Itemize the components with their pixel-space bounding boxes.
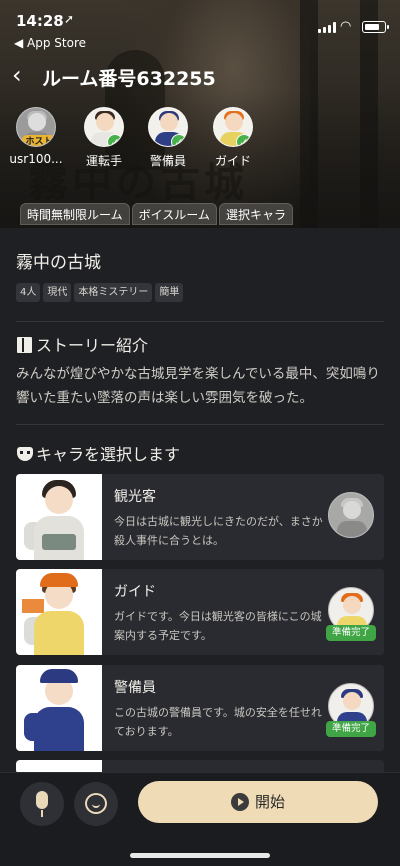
divider <box>16 424 384 425</box>
mask-icon <box>16 445 34 463</box>
character-portrait <box>16 474 102 560</box>
room-tag: 選択キャラ <box>218 203 293 225</box>
page-title: ルーム番号632255 <box>42 68 216 90</box>
status-bar: 14:28 ➚ ◀ App Store ◠ <box>0 0 400 50</box>
seat-avatar <box>328 492 374 538</box>
home-indicator[interactable] <box>130 853 270 858</box>
microphone-icon[interactable] <box>20 782 64 826</box>
info-tag: 簡単 <box>155 283 184 302</box>
story-heading: ストーリー紹介 <box>16 332 148 356</box>
host-badge: ホスト <box>21 135 55 146</box>
battery-icon <box>362 21 386 33</box>
character-select-heading: キャラを選択します <box>16 441 180 465</box>
ready-check-icon: ✓ <box>171 134 187 146</box>
character-card-tourist[interactable]: 観光客 今日は古城に観光しにきたのだが、まさか殺人事件に合うとは。 <box>16 474 384 560</box>
room-details: 霧中の古城 4人 現代 本格ミステリー 簡単 ストーリー紹介 みんなが煌びやかな古城見… <box>0 228 400 866</box>
character-description: ガイドです。今日は観光客の皆様にこの城案内する予定です。 <box>114 610 322 642</box>
character-card-guide[interactable]: ガイド ガイドです。今日は観光客の皆様にこの城案内する予定です。 準備完了 <box>16 569 384 655</box>
player-name: ガイド <box>214 154 251 168</box>
player-slot-host[interactable]: ホスト usr100... <box>8 107 64 166</box>
player-name: 警備員 <box>149 154 186 168</box>
cellular-signal-icon <box>318 22 336 33</box>
info-tag: 4人 <box>16 283 41 302</box>
back-to-app-store-link[interactable]: ◀ App Store <box>14 36 86 50</box>
avatar: ホスト <box>16 107 56 147</box>
game-info-tags: 4人 現代 本格ミステリー 簡単 <box>16 280 186 302</box>
ready-badge: 準備完了 <box>326 625 376 641</box>
character-description: この古城の警備員です。城の安全を任せれております。 <box>114 706 322 738</box>
chat-icon[interactable] <box>74 782 118 826</box>
player-list: ホスト usr100... ✓ 運転手 ✓ 警備員 ✓ ガイド <box>9 107 318 177</box>
room-tag: ボイスルーム <box>131 203 217 225</box>
location-arrow-icon: ➚ <box>64 12 75 26</box>
player-name: 運転手 <box>85 154 122 168</box>
character-name: 警備員 <box>114 680 156 696</box>
book-icon <box>16 336 34 354</box>
player-slot-guard[interactable]: ✓ 警備員 <box>140 107 196 169</box>
game-title: 霧中の古城 <box>16 253 101 273</box>
character-description: 今日は古城に観光しにきたのだが、まさか殺人事件に合うとは。 <box>114 515 323 547</box>
avatar: ✓ <box>148 107 188 147</box>
wifi-icon: ◠ <box>340 19 352 34</box>
avatar: ✓ <box>213 107 253 147</box>
player-slot-driver[interactable]: ✓ 運転手 <box>76 107 132 169</box>
back-chevron-icon[interactable]: ‹ <box>12 63 34 88</box>
info-tag: 本格ミステリー <box>74 283 153 302</box>
ready-check-icon: ✓ <box>107 134 123 146</box>
story-text: みんなが煌びやかな古城見学を楽しんでいる最中、突如鳴り響いた重たい墜落の声は楽し… <box>16 366 380 406</box>
divider <box>16 321 384 322</box>
character-name: ガイド <box>114 584 156 600</box>
ready-badge: 準備完了 <box>326 721 376 737</box>
ready-check-icon: ✓ <box>236 134 252 146</box>
avatar: ✓ <box>84 107 124 147</box>
bottom-action-bar: 開始 <box>0 772 400 866</box>
info-tag: 現代 <box>43 283 72 302</box>
room-tag: 時間無制限ルーム <box>20 203 130 225</box>
play-icon <box>230 793 249 811</box>
status-time: 14:28 <box>16 12 64 30</box>
start-label: 開始 <box>254 793 285 811</box>
room-tags: 時間無制限ルーム ボイスルーム 選択キャラ <box>20 203 295 227</box>
character-name: 観光客 <box>114 489 156 505</box>
player-slot-guide[interactable]: ✓ ガイド <box>205 107 261 169</box>
character-portrait <box>16 569 102 655</box>
player-name: usr100... <box>9 152 63 166</box>
character-card-guard[interactable]: 警備員 この古城の警備員です。城の安全を任せれております。 準備完了 <box>16 665 384 751</box>
start-button[interactable]: 開始 <box>138 781 378 823</box>
character-portrait <box>16 665 102 751</box>
